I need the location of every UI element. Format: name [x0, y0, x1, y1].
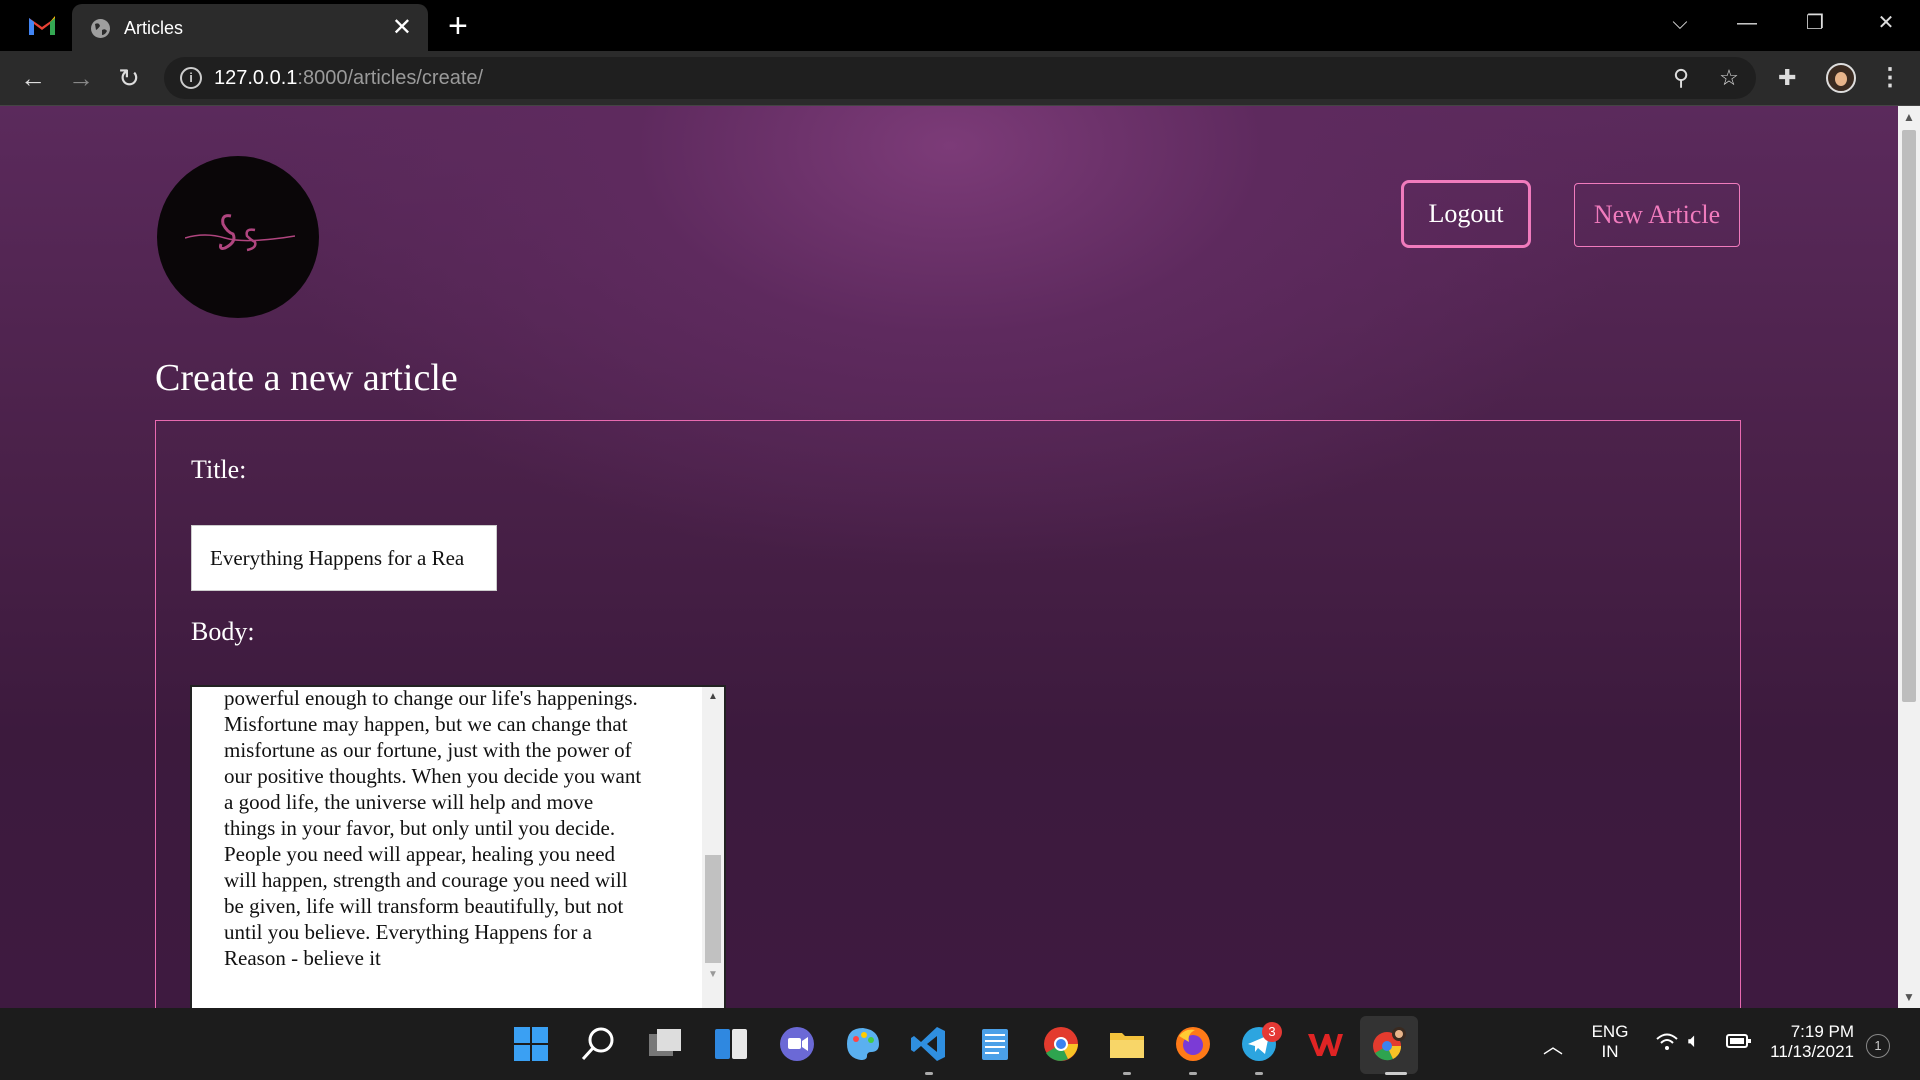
browser-tab-articles[interactable]: Articles ✕ — [72, 4, 428, 51]
battery-charging-icon[interactable] — [1726, 1032, 1752, 1056]
windows-taskbar: 3 ︿ ENG IN 🔈︎ 7:19 PM 11/13/2021 1 — [0, 1008, 1920, 1080]
textarea-scrollbar[interactable]: ▲ ▼ — [702, 687, 724, 1008]
body-text: positive thoughts. When our thoughts are… — [224, 686, 642, 970]
running-indicator — [1189, 1072, 1197, 1075]
forward-icon[interactable]: → — [64, 61, 98, 95]
clock[interactable]: 7:19 PM 11/13/2021 — [1768, 1022, 1854, 1062]
article-form: Title: Everything Happens for a Rea Body… — [155, 420, 1741, 1008]
volume-icon[interactable]: 🔈︎ — [1688, 1030, 1700, 1053]
profile-avatar[interactable] — [1826, 63, 1856, 93]
page-scrollbar[interactable]: ▲ ▼ — [1898, 106, 1920, 1008]
new-tab-icon[interactable]: + — [448, 6, 468, 46]
body-textarea[interactable]: positive thoughts. When our thoughts are… — [190, 685, 726, 1008]
browser-menu-icon[interactable]: ⋮ — [1878, 63, 1902, 93]
language-indicator[interactable]: ENG IN — [1588, 1022, 1632, 1062]
running-indicator — [1385, 1072, 1407, 1075]
minimize-icon[interactable]: — — [1727, 8, 1767, 38]
extensions-icon[interactable]: ✚ — [1778, 65, 1796, 91]
title-input[interactable]: Everything Happens for a Rea — [191, 525, 497, 591]
notepad-icon[interactable] — [975, 1024, 1015, 1064]
gmail-icon[interactable] — [28, 14, 56, 36]
windows-start-icon[interactable] — [511, 1024, 551, 1064]
page-title: Create a new article — [155, 357, 458, 399]
logo-signature-mark — [185, 214, 295, 252]
teams-chat-icon[interactable] — [777, 1024, 817, 1064]
back-icon[interactable]: ← — [16, 61, 50, 95]
title-label: Title: — [191, 455, 247, 484]
globe-icon — [91, 19, 110, 38]
running-indicator — [925, 1072, 933, 1075]
wps-office-icon[interactable] — [1305, 1024, 1345, 1064]
url-text: 127.0.0.1:8000/articles/create/ — [214, 67, 484, 89]
file-explorer-icon[interactable] — [1107, 1024, 1147, 1064]
site-info-icon[interactable]: i — [180, 67, 202, 89]
close-tab-icon[interactable]: ✕ — [392, 13, 412, 43]
running-indicator — [1255, 1072, 1263, 1075]
body-label: Body: — [191, 617, 255, 646]
task-view-icon[interactable] — [645, 1024, 685, 1064]
widgets-icon[interactable] — [711, 1024, 751, 1064]
page-scroll-thumb[interactable] — [1902, 130, 1916, 702]
chrome-icon[interactable] — [1041, 1024, 1081, 1064]
page-scroll-up-icon[interactable]: ▲ — [1898, 110, 1920, 124]
logout-button[interactable]: Logout — [1401, 180, 1531, 248]
textarea-scroll-thumb[interactable] — [705, 855, 721, 963]
reload-icon[interactable]: ↻ — [112, 61, 146, 95]
scroll-down-arrow-icon[interactable]: ▼ — [702, 969, 724, 980]
telegram-unread-badge: 3 — [1262, 1022, 1282, 1042]
zoom-icon[interactable]: ⚲ — [1666, 65, 1696, 91]
bookmark-star-icon[interactable]: ☆ — [1714, 65, 1744, 91]
site-logo[interactable] — [157, 156, 319, 318]
paint-icon[interactable] — [843, 1024, 883, 1064]
show-hidden-icons-chevron-icon[interactable]: ︿ — [1543, 1030, 1563, 1059]
notification-count-badge[interactable]: 1 — [1866, 1034, 1890, 1058]
window-close-icon[interactable]: ✕ — [1866, 8, 1906, 38]
page-scroll-down-icon[interactable]: ▼ — [1898, 990, 1920, 1004]
address-bar[interactable]: i 127.0.0.1:8000/articles/create/ ⚲ ☆ — [164, 57, 1756, 99]
page-viewport: Logout New Article Create a new article … — [0, 106, 1898, 1008]
new-article-button[interactable]: New Article — [1574, 183, 1740, 247]
search-icon[interactable] — [578, 1024, 618, 1064]
vscode-icon[interactable] — [909, 1024, 949, 1064]
restore-icon[interactable]: ❐ — [1795, 8, 1835, 38]
firefox-icon[interactable] — [1173, 1024, 1213, 1064]
scroll-up-arrow-icon[interactable]: ▲ — [702, 691, 724, 702]
browser-tab-bar: Articles ✕ + ⌵ — ❐ ✕ — [0, 0, 1920, 51]
tab-search-icon[interactable]: ⌵ — [1660, 8, 1700, 38]
tab-title: Articles — [124, 18, 184, 38]
running-indicator — [1123, 1072, 1131, 1075]
chrome-profile-icon[interactable] — [1369, 1024, 1409, 1064]
browser-toolbar: ← → ↻ i 127.0.0.1:8000/articles/create/ … — [0, 51, 1920, 106]
wifi-icon[interactable] — [1655, 1032, 1679, 1058]
